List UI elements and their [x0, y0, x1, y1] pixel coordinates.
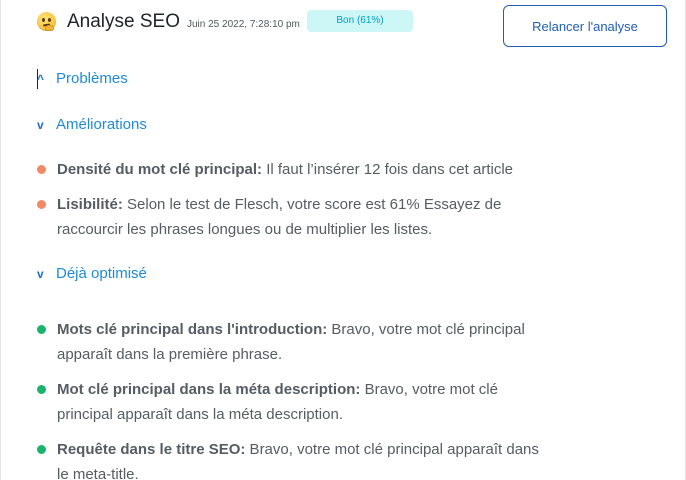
- section-label-problems: Problèmes: [56, 70, 128, 87]
- item-description: Il faut l’insérer 12 fois dans cet artic…: [262, 161, 513, 178]
- chevron-down-icon: v: [37, 267, 44, 281]
- section-toggle-improvements[interactable]: v Améliorations: [37, 116, 147, 133]
- list-item-optimized: Requête dans le titre SEO: Bravo, votre …: [37, 437, 547, 480]
- seo-analysis-panel: Analyse SEO Juin 25 2022, 7:28:10 pm Bon…: [0, 0, 686, 480]
- list-item-improvement: Densité du mot clé principal: Il faut l’…: [37, 157, 547, 182]
- analysis-timestamp: Juin 25 2022, 7:28:10 pm: [187, 19, 300, 30]
- page-title: Analyse SEO: [67, 11, 180, 32]
- chevron-down-icon: v: [37, 118, 44, 132]
- item-description: Selon le test de Flesch, votre score est…: [57, 196, 502, 238]
- section-label-optimized: Déjà optimisé: [56, 265, 147, 282]
- list-item-optimized: Mot clé principal dans la méta descripti…: [37, 377, 547, 427]
- item-label: Lisibilité:: [57, 196, 123, 213]
- green-bullet-icon: [37, 325, 46, 334]
- section-label-improvements: Améliorations: [56, 116, 147, 133]
- section-toggle-optimized[interactable]: v Déjà optimisé: [37, 265, 147, 282]
- status-badge: Bon (61%): [307, 10, 413, 32]
- chevron-up-icon: ^: [37, 72, 45, 86]
- orange-bullet-icon: [37, 165, 46, 174]
- rerun-analysis-button[interactable]: Relancer l'analyse: [503, 5, 667, 47]
- section-toggle-problems[interactable]: ^ Problèmes: [37, 70, 128, 87]
- item-label: Mots clé principal dans l'introduction:: [57, 321, 328, 338]
- thinking-face-icon: [37, 12, 56, 31]
- item-label: Densité du mot clé principal:: [57, 161, 263, 178]
- item-label: Mot clé principal dans la méta descripti…: [57, 381, 361, 398]
- list-item-improvement: Lisibilité: Selon le test de Flesch, vot…: [37, 192, 547, 242]
- list-item-optimized: Mots clé principal dans l'introduction: …: [37, 317, 547, 367]
- green-bullet-icon: [37, 385, 46, 394]
- item-label: Requête dans le titre SEO:: [57, 441, 246, 458]
- orange-bullet-icon: [37, 200, 46, 209]
- green-bullet-icon: [37, 445, 46, 454]
